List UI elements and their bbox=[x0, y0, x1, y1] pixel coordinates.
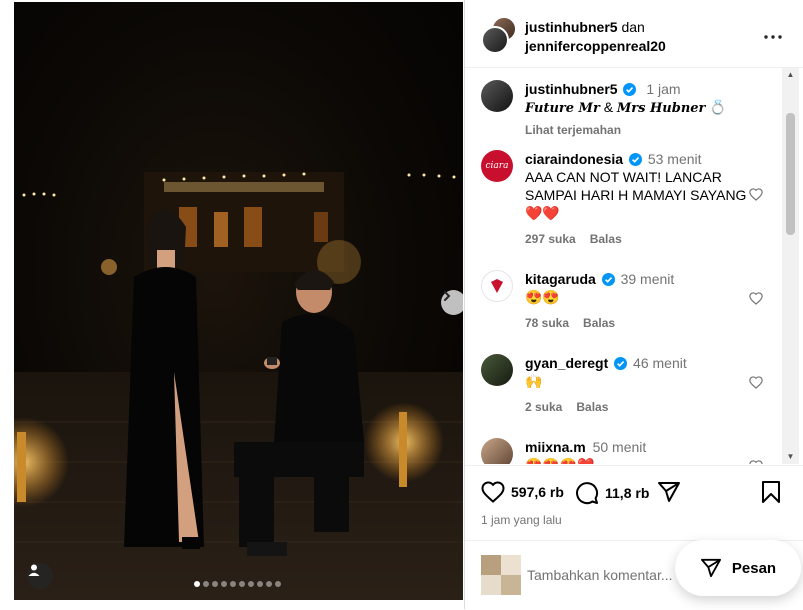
comments-list: justinhubner5 1 jam Future Mr & Mrs Hubn… bbox=[465, 68, 783, 464]
carousel-dot bbox=[239, 581, 245, 587]
carousel-dot bbox=[212, 581, 218, 587]
scrollbar-thumb[interactable] bbox=[786, 113, 795, 235]
carousel-dot bbox=[221, 581, 227, 587]
caption-text-b: Mrs Hubner bbox=[616, 101, 706, 116]
comment-likes[interactable]: 297 suka bbox=[525, 232, 576, 246]
carousel-dot bbox=[275, 581, 281, 587]
post-details-panel: justinhubner5 dan jennifercoppenreal20 j… bbox=[464, 0, 803, 609]
comment-likes[interactable]: 2 suka bbox=[525, 400, 562, 414]
comment-text: 🙌 bbox=[525, 373, 543, 389]
reply-button[interactable]: Balas bbox=[590, 232, 622, 246]
see-translation-link[interactable]: Lihat terjemahan bbox=[525, 121, 749, 139]
caption-text-a: Future Mr bbox=[525, 101, 600, 116]
avatar[interactable] bbox=[481, 270, 513, 302]
verified-icon bbox=[628, 153, 642, 166]
coauthor-username[interactable]: jennifercoppenreal20 bbox=[525, 38, 666, 54]
comment-username[interactable]: ciaraindonesia bbox=[525, 151, 623, 167]
current-user-avatar bbox=[481, 555, 521, 595]
post-authors: justinhubner5 dan jennifercoppenreal20 bbox=[525, 18, 666, 56]
comment-time: 46 menit bbox=[633, 355, 687, 371]
like-comment-icon[interactable] bbox=[749, 460, 763, 464]
post-header: justinhubner5 dan jennifercoppenreal20 bbox=[465, 0, 803, 68]
reply-button[interactable]: Balas bbox=[576, 400, 608, 414]
comment-time: 50 menit bbox=[592, 439, 647, 455]
comment-input[interactable]: Tambahkan komentar... bbox=[527, 567, 673, 583]
comment-text: AAA CAN NOT WAIT! LANCAR SAMPAI HARI H M… bbox=[525, 169, 747, 221]
comment-time: 53 menit bbox=[647, 151, 702, 167]
heart-icon bbox=[481, 481, 505, 503]
caption-amp: & bbox=[603, 99, 614, 115]
comment-likes[interactable]: 78 suka bbox=[525, 316, 569, 330]
caption-username[interactable]: justinhubner5 bbox=[525, 81, 618, 97]
message-button-label: Pesan bbox=[731, 559, 777, 577]
comment-username[interactable]: kitagaruda bbox=[525, 271, 596, 287]
scroll-down-icon[interactable]: ▼ bbox=[782, 450, 799, 464]
caption-emoji: 💍 bbox=[709, 99, 727, 115]
like-comment-icon[interactable] bbox=[749, 292, 763, 305]
avatar[interactable]: ciara bbox=[481, 150, 513, 182]
avatar[interactable] bbox=[481, 438, 513, 464]
scroll-up-icon[interactable]: ▲ bbox=[782, 68, 799, 82]
avatar[interactable] bbox=[481, 80, 513, 112]
action-bar: 597,6 rb 11,8 rb bbox=[465, 465, 803, 514]
paper-plane-icon bbox=[700, 558, 721, 578]
comment-icon bbox=[576, 482, 599, 505]
verified-icon bbox=[623, 83, 637, 96]
like-button[interactable]: 597,6 rb bbox=[481, 481, 564, 503]
next-slide-button[interactable] bbox=[441, 290, 463, 315]
like-count[interactable]: 597,6 rb bbox=[511, 484, 564, 500]
carousel-dot bbox=[266, 581, 272, 587]
like-comment-icon[interactable] bbox=[749, 376, 763, 389]
chevron-right-icon bbox=[444, 291, 451, 301]
caption-time: 1 jam bbox=[646, 81, 681, 97]
posted-time: 1 jam yang lalu bbox=[481, 513, 562, 527]
avatar bbox=[481, 26, 509, 54]
user-icon bbox=[28, 564, 40, 576]
tagged-users-button[interactable] bbox=[27, 563, 53, 589]
save-button[interactable] bbox=[761, 481, 781, 503]
comment-button[interactable]: 11,8 rb bbox=[575, 481, 649, 505]
proposal-scene bbox=[14, 172, 463, 600]
reply-button[interactable]: Balas bbox=[583, 316, 615, 330]
like-comment-icon[interactable] bbox=[749, 188, 763, 201]
comment-count: 11,8 rb bbox=[605, 485, 650, 501]
carousel-dot bbox=[203, 581, 209, 587]
comment-text: 😍😍😍❤️ bbox=[525, 457, 595, 464]
carousel-dot bbox=[230, 581, 236, 587]
author-joiner: dan bbox=[621, 19, 645, 35]
author-username[interactable]: justinhubner5 bbox=[525, 19, 618, 35]
carousel-dot bbox=[194, 581, 200, 587]
collab-avatars[interactable] bbox=[481, 16, 517, 54]
share-button[interactable] bbox=[657, 481, 681, 503]
post-photo bbox=[14, 2, 463, 600]
message-button[interactable]: Pesan bbox=[675, 540, 801, 596]
paper-plane-icon bbox=[658, 482, 680, 502]
more-horizontal-icon bbox=[764, 35, 782, 39]
verified-icon bbox=[614, 357, 628, 370]
more-options-button[interactable] bbox=[764, 22, 782, 45]
carousel-indicators bbox=[194, 581, 281, 587]
comments-scrollbar[interactable]: ▲ ▼ bbox=[782, 68, 799, 464]
comment-username[interactable]: miixna.m bbox=[525, 439, 586, 455]
bookmark-icon bbox=[762, 481, 780, 503]
verified-icon bbox=[601, 273, 615, 286]
garuda-logo-icon bbox=[491, 279, 503, 293]
comment-username[interactable]: gyan_deregt bbox=[525, 355, 608, 371]
avatar[interactable] bbox=[481, 354, 513, 386]
carousel-dot bbox=[248, 581, 254, 587]
comment-time: 39 menit bbox=[620, 271, 675, 287]
carousel-dot bbox=[257, 581, 263, 587]
comment-text: 😍😍 bbox=[525, 289, 560, 305]
